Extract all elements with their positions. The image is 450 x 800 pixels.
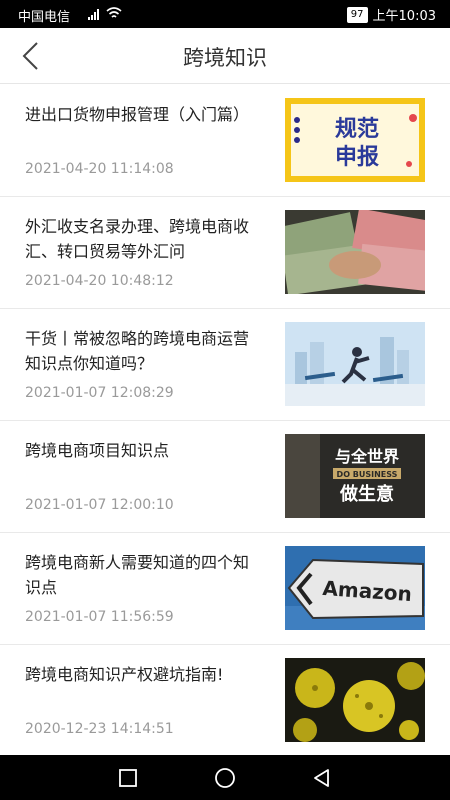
home-button[interactable] <box>213 766 237 790</box>
article-item[interactable]: 跨境电商项目知识点 2021-01-07 12:00:10 与全世界 DO BU… <box>0 421 450 533</box>
recent-apps-button[interactable] <box>116 766 140 790</box>
triangle-back-icon <box>314 769 329 787</box>
app-header: 跨境知识 <box>0 28 450 84</box>
article-thumbnail: Amazon <box>285 546 425 630</box>
article-date: 2020-12-23 14:14:51 <box>25 721 174 737</box>
article-title: 跨境电商项目知识点 <box>25 441 170 460</box>
clock: 上午10:03 <box>372 9 436 24</box>
circle-icon <box>215 768 235 788</box>
article-thumbnail <box>285 210 425 294</box>
article-title: 外汇收支名录办理、跨境电商收汇、转口贸易等外汇问 <box>25 217 250 261</box>
system-nav-bar <box>0 755 450 800</box>
article-title: 干货丨常被忽略的跨境电商运营知识点你知道吗？ <box>25 329 250 373</box>
article-thumbnail: 规范 申报 <box>285 98 425 182</box>
article-item[interactable]: 干货丨常被忽略的跨境电商运营知识点你知道吗？ 2021-01-07 12:08:… <box>0 309 450 421</box>
article-thumbnail: 与全世界 DO BUSINESS 做生意 <box>285 434 425 518</box>
article-list: 进出口货物申报管理（入门篇） 2021-04-20 11:14:08 规范 申报… <box>0 85 450 755</box>
thumb-text-middle: DO BUSINESS <box>337 470 398 479</box>
article-date: 2021-01-07 11:56:59 <box>25 609 174 625</box>
article-item[interactable]: 进出口货物申报管理（入门篇） 2021-04-20 11:14:08 规范 申报 <box>0 85 450 197</box>
thumb-text-top: 规范 <box>335 117 379 142</box>
article-date: 2021-04-20 10:48:12 <box>25 273 174 289</box>
article-date: 2021-01-07 12:08:29 <box>25 385 174 401</box>
thumb-text-bottom: 申报 <box>335 145 379 170</box>
signal-icon <box>88 8 99 20</box>
article-thumbnail <box>285 322 425 406</box>
article-title: 跨境电商新人需要知道的四个知识点 <box>25 553 250 597</box>
system-back-button[interactable] <box>310 766 334 790</box>
page-title: 跨境知识 <box>183 46 267 70</box>
article-item[interactable]: 跨境电商新人需要知道的四个知识点 2021-01-07 11:56:59 Ama… <box>0 533 450 645</box>
wifi-icon <box>106 7 122 18</box>
thumb-text-top: 与全世界 <box>335 447 399 466</box>
article-title: 进出口货物申报管理（入门篇） <box>25 105 250 124</box>
carrier-label: 中国电信 <box>18 10 71 25</box>
article-title: 跨境电商知识产权避坑指南! <box>25 665 224 684</box>
status-bar: 中国电信 97 上午10:03 <box>0 0 450 28</box>
article-item[interactable]: 外汇收支名录办理、跨境电商收汇、转口贸易等外汇问 2021-04-20 10:4… <box>0 197 450 309</box>
battery-indicator: 97 <box>346 6 368 23</box>
article-date: 2021-04-20 11:14:08 <box>25 161 174 177</box>
square-icon <box>119 769 137 787</box>
article-item[interactable]: 跨境电商知识产权避坑指南! 2020-12-23 14:14:51 <box>0 645 450 755</box>
article-thumbnail <box>285 658 425 742</box>
thumb-text-bottom: 做生意 <box>339 483 394 505</box>
article-date: 2021-01-07 12:00:10 <box>25 497 174 513</box>
